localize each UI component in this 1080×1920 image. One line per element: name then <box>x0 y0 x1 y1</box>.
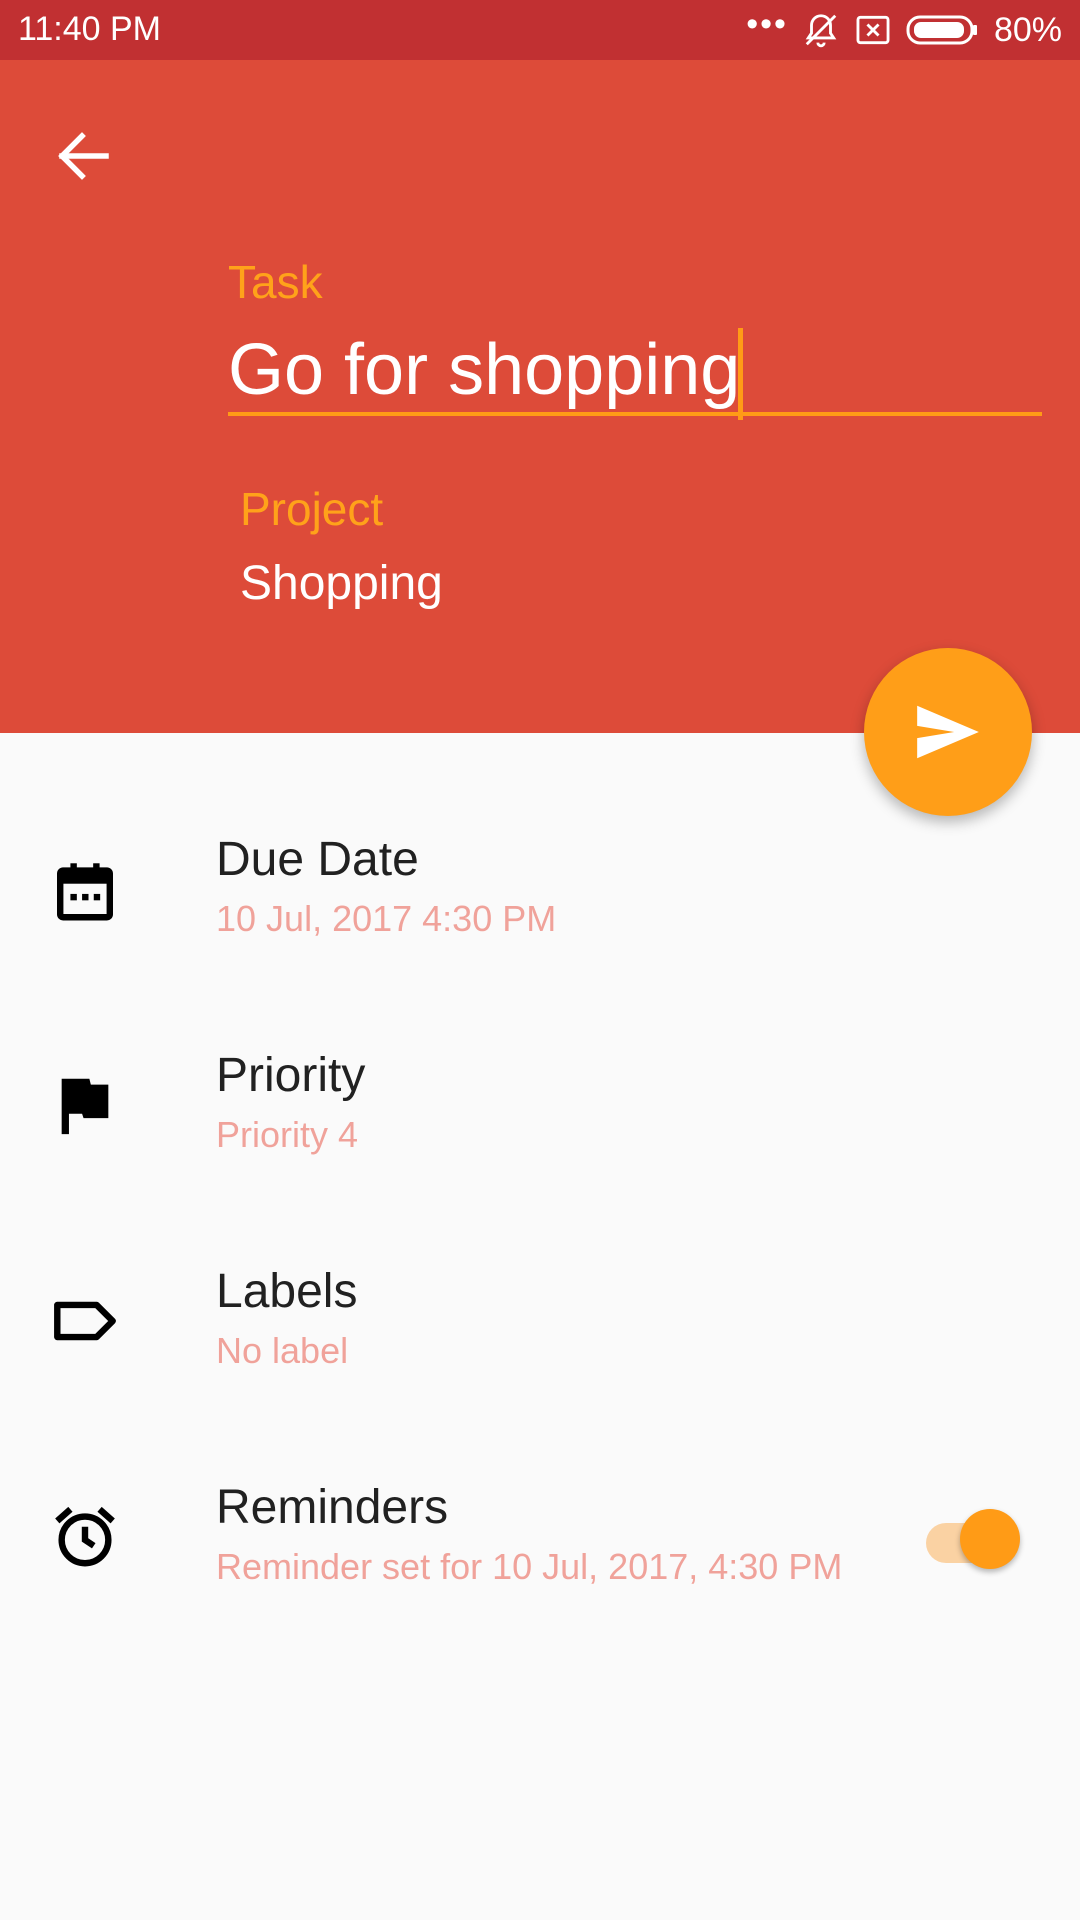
reminders-value: Reminder set for 10 Jul, 2017, 4:30 PM <box>216 1546 843 1587</box>
status-icons: ••• 80% <box>746 4 1062 52</box>
labels-row[interactable]: Labels No label <box>0 1218 1080 1418</box>
due-date-row[interactable]: Due Date 10 Jul, 2017 4:30 PM <box>0 786 1080 986</box>
labels-value: No label <box>216 1330 349 1371</box>
battery-icon <box>906 15 977 45</box>
reminders-title: Reminders <box>216 1481 449 1534</box>
back-button[interactable] <box>46 116 126 196</box>
toggle-thumb <box>960 1509 1020 1569</box>
task-header: Task Project Shopping <box>0 60 1080 733</box>
priority-row[interactable]: Priority Priority 4 <box>0 1002 1080 1202</box>
reminders-toggle[interactable] <box>922 1505 1026 1573</box>
reminders-row[interactable]: Reminders Reminder set for 10 Jul, 2017,… <box>0 1434 1080 1634</box>
status-time: 11:40 PM <box>18 10 162 48</box>
status-bar: 11:40 PM ••• 80% <box>0 0 1080 60</box>
project-selector[interactable]: Shopping <box>240 556 443 611</box>
calendar-icon <box>57 863 113 921</box>
arrow-back-icon <box>58 132 109 180</box>
text-cursor <box>738 328 743 420</box>
labels-title: Labels <box>216 1265 358 1318</box>
project-label: Project <box>240 483 384 535</box>
task-label: Task <box>228 256 323 308</box>
priority-value: Priority 4 <box>216 1114 359 1155</box>
battery-percentage: 80% <box>993 10 1062 49</box>
flag-icon <box>61 1078 109 1135</box>
priority-title: Priority <box>216 1049 366 1102</box>
more-notifications-icon: ••• <box>746 4 788 43</box>
due-date-value: 10 Jul, 2017 4:30 PM <box>216 898 557 939</box>
due-date-title: Due Date <box>216 833 419 886</box>
label-icon <box>54 1301 116 1341</box>
task-input[interactable] <box>228 328 1042 416</box>
alarm-icon <box>55 1506 115 1567</box>
silent-bell-icon <box>805 14 837 48</box>
no-sim-icon <box>856 15 890 45</box>
send-icon <box>917 705 979 759</box>
